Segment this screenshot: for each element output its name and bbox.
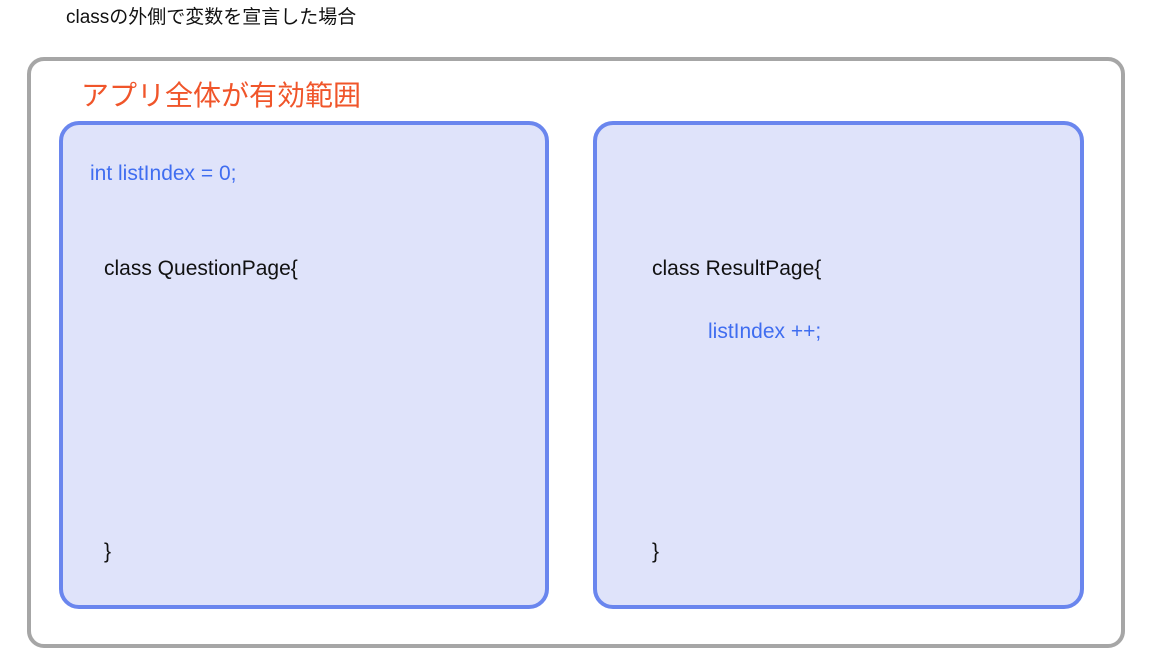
app-scope-label: アプリ全体が有効範囲 [81, 80, 362, 111]
result-page-box: class ResultPage{ listIndex ++; } [593, 121, 1084, 609]
result-page-class-close: } [652, 540, 660, 563]
question-page-class-close: } [104, 540, 112, 563]
result-page-class-open: class ResultPage{ [652, 257, 822, 280]
question-page-box: int listIndex = 0; class QuestionPage{ } [59, 121, 549, 609]
question-page-class-open: class QuestionPage{ [104, 257, 298, 280]
increment-statement: listIndex ++; [708, 320, 822, 343]
variable-declaration: int listIndex = 0; [90, 162, 237, 185]
diagram-heading: classの外側で変数を宣言した場合 [66, 7, 357, 28]
